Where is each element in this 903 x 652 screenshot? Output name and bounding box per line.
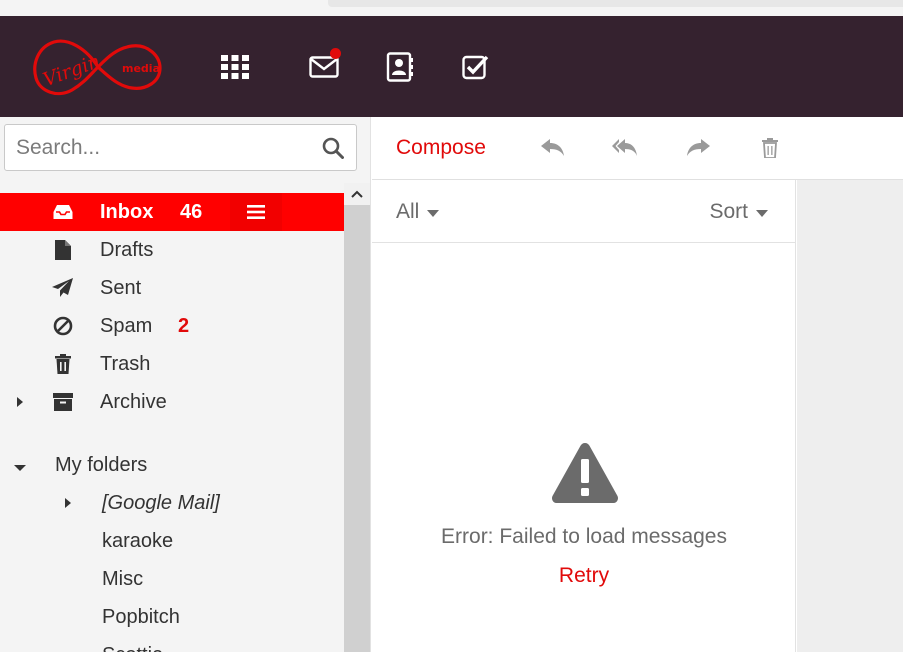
- caret-down-icon[interactable]: [14, 462, 26, 474]
- folder-menu-button[interactable]: [230, 193, 282, 231]
- tasks-checkbox-icon[interactable]: [459, 51, 493, 83]
- scroll-up-button[interactable]: [344, 183, 370, 205]
- folder-trash[interactable]: Trash: [0, 345, 344, 383]
- my-folders-header[interactable]: My folders: [0, 446, 344, 484]
- filter-dropdown[interactable]: All: [396, 200, 440, 224]
- folder-label: Sent: [100, 277, 142, 299]
- warning-icon: [551, 443, 619, 503]
- reading-pane: [797, 180, 903, 652]
- folder-label: Scottie: [102, 644, 163, 652]
- reply-all-icon[interactable]: [612, 136, 638, 160]
- folder-list: Inbox 46 Drafts Sent Spam 2 Trash Archiv…: [0, 183, 344, 652]
- caret-right-icon[interactable]: [14, 396, 26, 408]
- folder-google-mail[interactable]: [Google Mail]: [0, 484, 344, 522]
- contacts-icon[interactable]: [383, 51, 417, 83]
- unread-count: 46: [180, 201, 203, 223]
- notification-dot: [330, 48, 341, 59]
- folder-label: Drafts: [100, 239, 154, 261]
- search-input[interactable]: [16, 135, 306, 161]
- list-header: All Sort: [372, 180, 796, 243]
- folder-label: karaoke: [102, 530, 174, 552]
- error-message: Error: Failed to load messages: [441, 525, 727, 548]
- my-folders-label: My folders: [55, 454, 148, 476]
- svg-text:media: media: [122, 62, 160, 75]
- folder-label: Inbox: [100, 201, 154, 223]
- folder-sent[interactable]: Sent: [0, 269, 344, 307]
- folder-label: [Google Mail]: [102, 492, 220, 514]
- sort-dropdown[interactable]: Sort: [709, 200, 768, 224]
- filter-label: All: [396, 200, 420, 223]
- search-box: [4, 124, 357, 171]
- folder-sidebar: Inbox 46 Drafts Sent: [0, 117, 371, 652]
- browser-address-bar[interactable]: [328, 0, 903, 7]
- folder-label: Spam: [100, 315, 153, 337]
- reply-icon[interactable]: [540, 136, 566, 160]
- folder-misc[interactable]: Misc: [0, 560, 344, 598]
- folder-label: Archive: [100, 391, 167, 413]
- archive-box-icon: [52, 392, 74, 412]
- folder-drafts[interactable]: Drafts: [0, 231, 344, 269]
- retry-link[interactable]: Retry: [372, 564, 796, 588]
- message-list: All Sort Error: Failed to load messages …: [372, 180, 796, 652]
- ban-icon: [52, 316, 74, 336]
- folder-archive[interactable]: Archive: [0, 383, 344, 421]
- browser-chrome: [0, 0, 903, 16]
- folder-scottie[interactable]: Scottie: [0, 636, 344, 652]
- mail-icon[interactable]: [307, 48, 341, 83]
- document-icon: [52, 240, 74, 260]
- chevron-up-icon: [351, 190, 363, 198]
- folder-inbox[interactable]: Inbox 46: [0, 193, 344, 231]
- sidebar-scrollbar[interactable]: [344, 183, 370, 652]
- virgin-media-logo[interactable]: Virgin media: [28, 26, 168, 108]
- caret-down-icon: [756, 209, 768, 217]
- paper-plane-icon: [52, 278, 74, 298]
- caret-right-icon[interactable]: [62, 497, 74, 509]
- folder-spam[interactable]: Spam 2: [0, 307, 344, 345]
- caret-down-icon: [427, 209, 440, 217]
- hamburger-icon: [247, 205, 265, 219]
- trash-icon: [52, 354, 74, 374]
- svg-text:Virgin: Virgin: [40, 50, 103, 91]
- delete-icon[interactable]: [757, 136, 783, 160]
- message-toolbar: Compose: [372, 117, 903, 180]
- apps-grid-icon[interactable]: [218, 51, 252, 83]
- forward-icon[interactable]: [685, 136, 711, 160]
- unread-count: 2: [178, 315, 190, 337]
- compose-button[interactable]: Compose: [396, 136, 486, 160]
- folder-label: Popbitch: [102, 606, 180, 628]
- folder-popbitch[interactable]: Popbitch: [0, 598, 344, 636]
- sort-label: Sort: [709, 200, 748, 223]
- app-header: Virgin media: [0, 16, 903, 117]
- search-icon[interactable]: [322, 137, 344, 159]
- inbox-icon: [52, 202, 74, 222]
- folder-karaoke[interactable]: karaoke: [0, 522, 344, 560]
- folder-label: Trash: [100, 353, 151, 375]
- folder-label: Misc: [102, 568, 144, 590]
